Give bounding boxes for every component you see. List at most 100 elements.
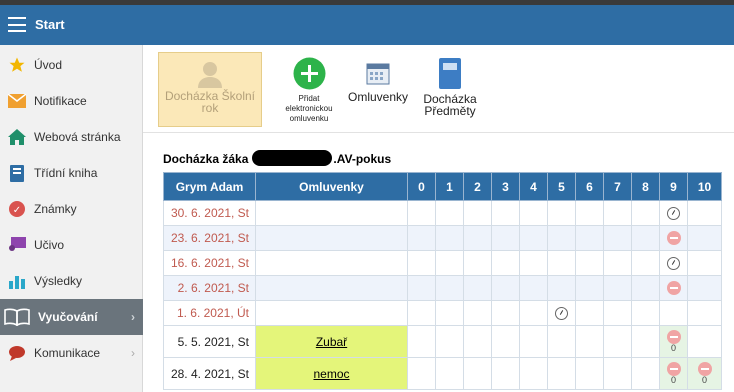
row-date: 1. 6. 2021, Út bbox=[163, 300, 256, 326]
sidebar-item-ucivo[interactable]: Učivo bbox=[0, 227, 143, 263]
bar-chart-icon bbox=[8, 272, 26, 290]
person-icon bbox=[196, 60, 224, 88]
col-header-student: Grym Adam bbox=[163, 172, 256, 201]
button-label: Omluvenky bbox=[347, 90, 409, 104]
sidebar-item-vysledky[interactable]: Výsledky bbox=[0, 263, 143, 299]
book-icon bbox=[8, 164, 26, 182]
chevron-right-icon: › bbox=[131, 346, 135, 360]
table-row: 2. 6. 2021, St bbox=[163, 275, 722, 301]
sidebar-item-vyucovani[interactable]: Vyučování › bbox=[0, 299, 143, 335]
row-date: 5. 5. 2021, St bbox=[163, 325, 256, 358]
row-omluvenka bbox=[255, 250, 408, 276]
absence-minus-icon bbox=[697, 362, 712, 377]
col-header-5: 5 bbox=[547, 172, 576, 201]
toolbar: Docházka Školní rok Přidat elektronickou… bbox=[143, 45, 734, 133]
absence-minus-icon bbox=[666, 330, 681, 345]
sidebar-item-webova-stranka[interactable]: Webová stránka bbox=[0, 119, 143, 155]
attendance-mark[interactable] bbox=[547, 300, 576, 326]
envelope-icon bbox=[8, 92, 26, 110]
col-header-10: 10 bbox=[687, 172, 722, 201]
top-bar: Start bbox=[0, 5, 734, 45]
absence-minus-icon bbox=[666, 281, 681, 296]
sidebar-item-label: Notifikace bbox=[34, 94, 87, 108]
table-header-row: Grym Adam Omluvenky 0 1 2 3 4 5 6 7 8 9 … bbox=[163, 172, 722, 201]
table-row: 16. 6. 2021, St bbox=[163, 250, 722, 276]
absence-minus-icon bbox=[666, 362, 681, 377]
row-omluvenka[interactable]: Zubař bbox=[255, 325, 408, 358]
chat-icon bbox=[8, 344, 26, 362]
sidebar-item-label: Výsledky bbox=[34, 274, 83, 288]
easel-icon bbox=[8, 236, 26, 254]
button-label: Přidat elektronickou omluvenku bbox=[285, 94, 333, 123]
open-book-icon bbox=[4, 308, 30, 326]
row-date: 23. 6. 2021, St bbox=[163, 225, 256, 251]
row-omluvenka bbox=[255, 300, 408, 326]
table-row: 30. 6. 2021, St bbox=[163, 200, 722, 226]
dochazka-predmety-button[interactable]: Docházka Předměty bbox=[417, 57, 483, 117]
attendance-mark[interactable] bbox=[659, 225, 688, 251]
attendance-mark[interactable]: 0 bbox=[687, 357, 722, 390]
attendance-mark[interactable] bbox=[659, 200, 688, 226]
sidebar-item-znamky[interactable]: ✓ Známky bbox=[0, 191, 143, 227]
table-row: 23. 6. 2021, St bbox=[163, 225, 722, 251]
sidebar-item-notifikace[interactable]: Notifikace bbox=[0, 83, 143, 119]
sidebar-item-label: Třídní kniha bbox=[34, 166, 98, 180]
house-icon bbox=[8, 128, 26, 146]
row-date: 30. 6. 2021, St bbox=[163, 200, 256, 226]
omluvenka-link[interactable]: Zubař bbox=[316, 335, 347, 349]
dochazka-skolni-rok-button[interactable]: Docházka Školní rok bbox=[158, 52, 262, 127]
sidebar-item-label: Webová stránka bbox=[34, 130, 121, 144]
row-date: 16. 6. 2021, St bbox=[163, 250, 256, 276]
table-row: 28. 4. 2021, St nemoc 0 0 bbox=[163, 357, 722, 390]
plus-icon bbox=[293, 57, 326, 90]
sidebar-item-tridni-kniha[interactable]: Třídní kniha bbox=[0, 155, 143, 191]
sidebar-item-uvod[interactable]: Úvod bbox=[0, 47, 143, 83]
pridat-omluvenku-button[interactable]: Přidat elektronickou omluvenku bbox=[283, 57, 335, 124]
calendar-icon bbox=[364, 59, 392, 87]
row-omluvenka bbox=[255, 200, 408, 226]
sidebar-item-komunikace[interactable]: Komunikace › bbox=[0, 335, 143, 371]
sidebar-item-label: Úvod bbox=[34, 58, 63, 72]
mark-count: 0 bbox=[670, 375, 676, 386]
grade-icon: ✓ bbox=[8, 200, 26, 218]
table-row: 1. 6. 2021, Út bbox=[163, 300, 722, 326]
attendance-table: Grym Adam Omluvenky 0 1 2 3 4 5 6 7 8 9 … bbox=[163, 172, 722, 390]
mark-count: 0 bbox=[701, 375, 707, 386]
col-header-6: 6 bbox=[575, 172, 604, 201]
col-header-9: 9 bbox=[659, 172, 688, 201]
chevron-right-icon: › bbox=[131, 310, 135, 324]
col-header-3: 3 bbox=[491, 172, 520, 201]
hamburger-menu-icon[interactable] bbox=[8, 17, 26, 32]
row-omluvenka bbox=[255, 225, 408, 251]
app-title: Start bbox=[35, 17, 65, 32]
table-row: 5. 5. 2021, St Zubař 0 bbox=[163, 325, 722, 358]
attendance-mark[interactable] bbox=[659, 250, 688, 276]
row-omluvenka bbox=[255, 275, 408, 301]
omluvenky-button[interactable]: Omluvenky bbox=[345, 59, 411, 103]
col-header-2: 2 bbox=[463, 172, 492, 201]
col-header-omluvenky: Omluvenky bbox=[255, 172, 408, 201]
col-header-7: 7 bbox=[603, 172, 632, 201]
mark-count: 0 bbox=[670, 343, 676, 354]
sidebar-item-label: Učivo bbox=[34, 238, 65, 252]
star-icon bbox=[8, 56, 26, 74]
attendance-mark[interactable] bbox=[659, 275, 688, 301]
late-clock-icon bbox=[555, 307, 568, 321]
title-suffix: .AV-pokus bbox=[333, 152, 392, 166]
absence-minus-icon bbox=[666, 231, 681, 246]
sidebar-item-label: Komunikace bbox=[34, 346, 101, 360]
notebook-icon bbox=[437, 57, 463, 90]
col-header-0: 0 bbox=[407, 172, 436, 201]
row-omluvenka[interactable]: nemoc bbox=[255, 357, 408, 390]
sidebar-item-label: Vyučování bbox=[38, 310, 98, 324]
attendance-mark[interactable]: 0 bbox=[659, 357, 688, 390]
button-label: Docházka Školní rok bbox=[164, 89, 256, 115]
attendance-mark[interactable]: 0 bbox=[659, 325, 688, 358]
row-date: 2. 6. 2021, St bbox=[163, 275, 256, 301]
button-label: Docházka Předměty bbox=[423, 92, 477, 118]
late-clock-icon bbox=[667, 257, 680, 271]
omluvenka-link[interactable]: nemoc bbox=[313, 367, 349, 381]
svg-text:✓: ✓ bbox=[13, 205, 21, 216]
title-prefix: Docházka žáka bbox=[163, 152, 249, 166]
col-header-4: 4 bbox=[519, 172, 548, 201]
